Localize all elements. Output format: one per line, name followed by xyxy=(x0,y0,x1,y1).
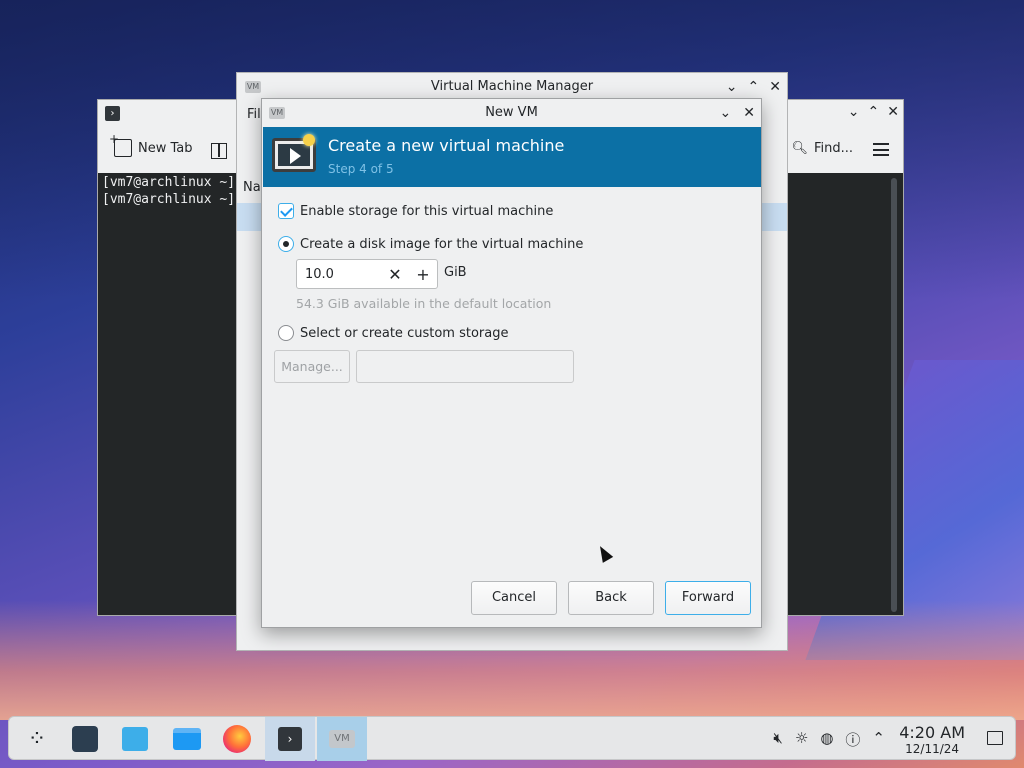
tray-expand-icon[interactable]: ⌃ xyxy=(872,729,885,750)
close-icon[interactable]: ✕ xyxy=(769,73,781,101)
terminal-app-icon: › xyxy=(105,106,120,121)
custom-storage-option[interactable]: Select or create custom storage xyxy=(278,325,508,341)
system-settings-icon[interactable] xyxy=(69,723,101,755)
manage-button[interactable]: Manage... xyxy=(274,350,350,383)
file-manager-icon[interactable] xyxy=(171,723,203,755)
vmm-menu-file[interactable]: Fil xyxy=(247,107,261,122)
new-tab-label: New Tab xyxy=(138,140,193,156)
sparkle-icon xyxy=(303,134,315,146)
minimize-icon[interactable]: ⌄ xyxy=(720,99,732,127)
clear-icon[interactable]: ✕ xyxy=(381,265,409,284)
enable-storage-row[interactable]: Enable storage for this virtual machine xyxy=(278,203,553,219)
muted-volume-icon[interactable]: 🔇︎ xyxy=(773,729,782,750)
taskbar: ⁘ › VM 🔇︎ ☼ ◍ ⓘ ⌃ 4:20 AM 12/11/24 xyxy=(8,716,1016,761)
maximize-icon[interactable]: ⌃ xyxy=(868,104,880,120)
new-vm-dialog[interactable]: VM New VM ⌄ ✕ Create a new virtual machi… xyxy=(261,98,762,628)
cancel-button[interactable]: Cancel xyxy=(471,581,557,615)
show-desktop-icon[interactable] xyxy=(987,731,1003,745)
find-label: Find... xyxy=(813,141,853,156)
wizard-header: Create a new virtual machine Step 4 of 5 xyxy=(263,127,761,187)
custom-storage-path-field[interactable] xyxy=(356,350,574,383)
split-view-icon[interactable] xyxy=(211,143,227,159)
custom-storage-radio[interactable] xyxy=(278,325,294,341)
new-tab-icon xyxy=(109,132,132,157)
back-button[interactable]: Back xyxy=(568,581,654,615)
minimize-icon[interactable]: ⌄ xyxy=(848,104,860,120)
terminal-window-controls: ⌄ ⌃ ✕ xyxy=(848,104,899,120)
vmm-window-controls: ⌄ ⌃ ✕ xyxy=(726,73,781,101)
network-icon[interactable]: ◍ xyxy=(820,729,833,750)
available-space-hint: 54.3 GiB available in the default locati… xyxy=(296,296,552,311)
vmm-title: Virtual Machine Manager xyxy=(430,79,594,94)
disk-size-input[interactable]: 10.0 xyxy=(297,267,381,282)
disk-image-option[interactable]: Create a disk image for the virtual mach… xyxy=(278,236,583,252)
help-icon[interactable]: ⓘ xyxy=(845,729,860,750)
enable-storage-label[interactable]: Enable storage for this virtual machine xyxy=(300,204,553,219)
dialog-titlebar[interactable]: VM New VM ⌄ ✕ xyxy=(262,99,761,127)
brightness-icon[interactable]: ☼ xyxy=(795,729,808,750)
vm-app-icon: VM xyxy=(269,107,285,119)
discover-store-icon[interactable] xyxy=(119,723,151,755)
clock-time: 4:20 AM xyxy=(899,723,965,742)
close-icon[interactable]: ✕ xyxy=(887,104,899,120)
hamburger-menu-icon[interactable] xyxy=(873,143,889,156)
enable-storage-checkbox[interactable] xyxy=(278,203,294,219)
dialog-window-controls: ⌄ ✕ xyxy=(720,99,755,127)
terminal-scrollbar[interactable] xyxy=(891,178,897,612)
close-icon[interactable]: ✕ xyxy=(743,99,755,127)
vmm-app-icon: VM xyxy=(245,81,261,93)
disk-size-spinbox[interactable]: 10.0 ✕ + xyxy=(296,259,438,289)
disk-image-label[interactable]: Create a disk image for the virtual mach… xyxy=(300,237,583,252)
wizard-title: Create a new virtual machine xyxy=(328,136,565,155)
wizard-step: Step 4 of 5 xyxy=(328,162,394,176)
disk-image-radio[interactable] xyxy=(278,236,294,252)
forward-button[interactable]: Forward xyxy=(665,581,751,615)
minimize-icon[interactable]: ⌄ xyxy=(726,73,738,101)
launcher-icon[interactable]: ⁘ xyxy=(21,723,53,755)
clock[interactable]: 4:20 AM 12/11/24 xyxy=(899,723,965,756)
firefox-icon[interactable] xyxy=(221,723,253,755)
terminal-taskbar-icon[interactable]: › xyxy=(265,717,315,761)
maximize-icon[interactable]: ⌃ xyxy=(748,73,760,101)
increment-icon[interactable]: + xyxy=(409,265,437,284)
vmm-titlebar[interactable]: VM Virtual Machine Manager ⌄ ⌃ ✕ xyxy=(237,73,787,101)
custom-storage-label[interactable]: Select or create custom storage xyxy=(300,326,508,341)
clock-date: 12/11/24 xyxy=(905,742,960,756)
vmm-column-name: Na xyxy=(243,180,261,195)
system-tray: 🔇︎ ☼ ◍ ⓘ ⌃ xyxy=(773,729,885,750)
disk-size-unit: GiB xyxy=(444,265,467,280)
new-tab-button[interactable]: New Tab xyxy=(109,132,193,157)
virt-manager-taskbar-icon[interactable]: VM xyxy=(317,717,367,761)
search-icon: 🔍︎ xyxy=(791,141,808,156)
dialog-title: New VM xyxy=(485,105,538,120)
find-button[interactable]: 🔍︎ Find... xyxy=(791,141,853,156)
